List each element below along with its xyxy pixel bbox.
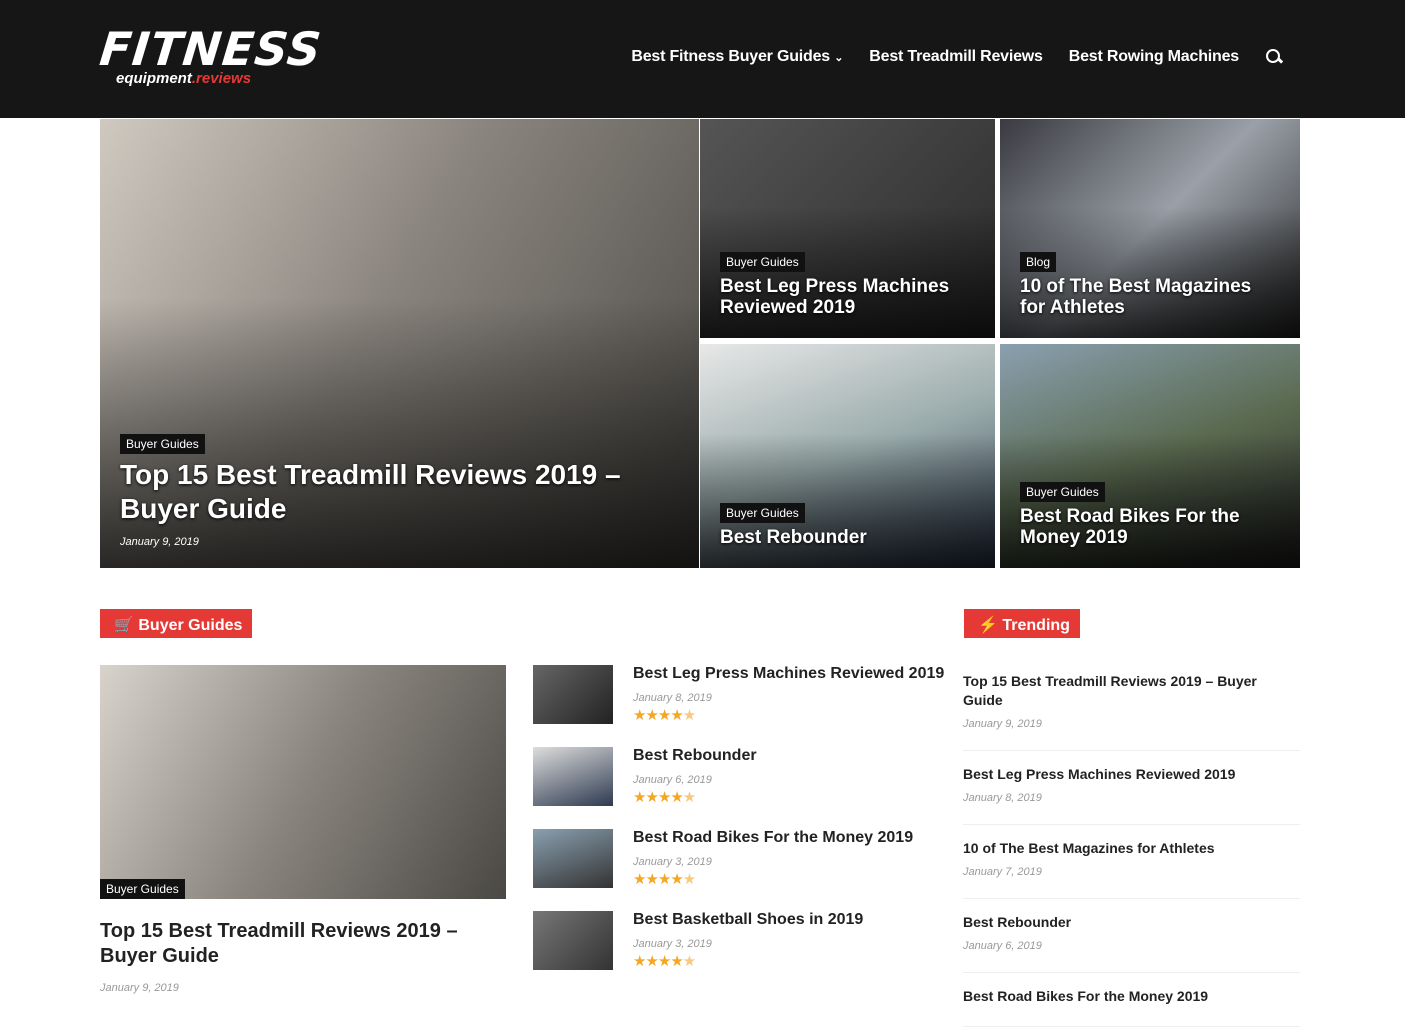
list-item[interactable]: Best Leg Press Machines Reviewed 2019 Ja… — [533, 665, 944, 725]
post-date: January 3, 2019 — [633, 856, 712, 868]
post-date: January 3, 2019 — [633, 938, 712, 950]
post-title[interactable]: Best Leg Press Machines Reviewed 2019 — [633, 665, 944, 683]
post-date: January 7, 2019 — [963, 866, 1042, 878]
featured-post-image[interactable]: Buyer Guides — [100, 665, 506, 899]
nav-buyer-guides[interactable]: Best Fitness Buyer Guides ⌄ — [631, 48, 843, 66]
star-rating: ★★★★★ — [633, 789, 696, 806]
post-title[interactable]: Best Basketball Shoes in 2019 — [633, 911, 863, 929]
hero-tile[interactable]: Buyer Guides Best Rebounder — [700, 344, 995, 568]
post-title[interactable]: Top 15 Best Treadmill Reviews 2019 – Buy… — [963, 672, 1300, 710]
main-nav: Best Fitness Buyer Guides ⌄ Best Treadmi… — [631, 48, 1283, 66]
cart-icon: 🛒 — [114, 617, 134, 634]
search-icon[interactable] — [1265, 48, 1283, 66]
post-title[interactable]: Best Road Bikes For the Money 2019 — [633, 829, 913, 847]
nav-treadmill-reviews[interactable]: Best Treadmill Reviews — [869, 48, 1043, 66]
star-rating: ★★★★★ — [633, 871, 696, 888]
category-badge[interactable]: Blog — [1020, 252, 1057, 272]
hero-tile[interactable]: Buyer Guides Best Road Bikes For the Mone… — [1000, 344, 1300, 568]
star-rating: ★★★★★ — [633, 707, 696, 724]
trending-item[interactable]: Best Road Bikes For the Money 2019 — [963, 987, 1300, 1027]
post-thumbnail[interactable] — [533, 747, 613, 806]
trending-item[interactable]: Top 15 Best Treadmill Reviews 2019 – Buy… — [963, 672, 1300, 751]
post-thumbnail[interactable] — [533, 665, 613, 724]
list-item[interactable]: Best Rebounder January 6, 2019 ★★★★★ — [533, 747, 933, 807]
featured-post-title[interactable]: Top 15 Best Treadmill Reviews 2019 – Buy… — [100, 919, 480, 969]
bolt-icon: ⚡ — [978, 617, 998, 634]
nav-rowing-machines[interactable]: Best Rowing Machines — [1069, 48, 1239, 66]
star-rating: ★★★★★ — [633, 953, 696, 970]
post-title[interactable]: Best Rebounder — [963, 913, 1300, 932]
post-title[interactable]: 10 of The Best Magazines for Athletes — [963, 839, 1300, 858]
site-logo[interactable]: FITNESS equipment.reviews — [97, 22, 324, 87]
trending-item[interactable]: Best Leg Press Machines Reviewed 2019 Jan… — [963, 765, 1300, 825]
site-header: FITNESS equipment.reviews Best Fitness B… — [0, 0, 1405, 118]
category-badge[interactable]: Buyer Guides — [720, 503, 805, 523]
category-badge[interactable]: Buyer Guides — [100, 879, 185, 899]
list-item[interactable]: Best Road Bikes For the Money 2019 Janua… — [533, 829, 933, 889]
post-thumbnail[interactable] — [533, 911, 613, 970]
post-date: January 8, 2019 — [963, 792, 1042, 804]
trending-item[interactable]: 10 of The Best Magazines for Athletes Jan… — [963, 839, 1300, 899]
post-thumbnail[interactable] — [533, 829, 613, 888]
post-date: January 6, 2019 — [633, 774, 712, 786]
post-date: January 8, 2019 — [633, 692, 712, 704]
featured-post-date: January 9, 2019 — [100, 982, 179, 994]
post-date: January 9, 2019 — [963, 718, 1042, 730]
category-badge[interactable]: Buyer Guides — [1020, 482, 1105, 502]
chevron-down-icon: ⌄ — [834, 52, 844, 64]
post-title[interactable]: Best Leg Press Machines Reviewed 2019 — [963, 765, 1300, 784]
list-item[interactable]: Best Basketball Shoes in 2019 January 3,… — [533, 911, 933, 971]
category-badge[interactable]: Buyer Guides — [120, 434, 205, 454]
post-title[interactable]: Best Rebounder — [633, 747, 757, 765]
post-date: January 6, 2019 — [963, 940, 1042, 952]
category-badge[interactable]: Buyer Guides — [720, 252, 805, 272]
post-title[interactable]: Best Road Bikes For the Money 2019 — [963, 987, 1300, 1006]
trending-item[interactable]: Best Rebounder January 6, 2019 — [963, 913, 1300, 973]
buyer-guides-heading[interactable]: 🛒 Buyer Guides — [100, 609, 253, 638]
trending-heading: ⚡ Trending — [964, 609, 1080, 638]
hero-tile[interactable]: Buyer Guides Best Leg Press Machines Revi… — [700, 119, 995, 338]
hero-tile[interactable]: Blog 10 of The Best Magazines for Athlete… — [1000, 119, 1300, 338]
hero-tile-featured[interactable]: Buyer Guides Top 15 Best Treadmill Review… — [100, 119, 699, 568]
